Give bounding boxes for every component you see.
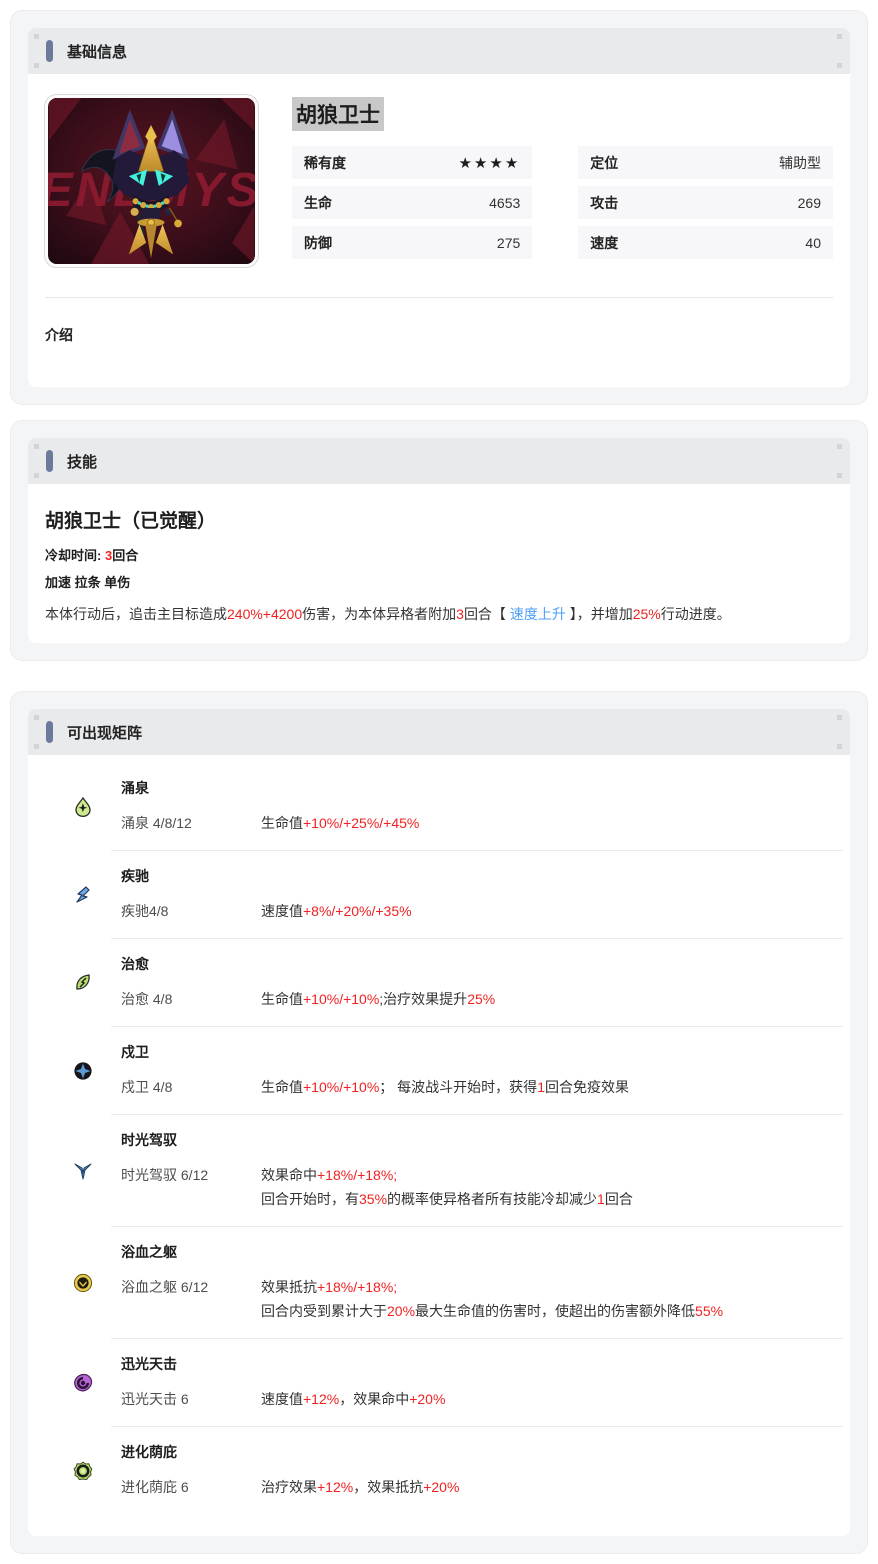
matrix-name: 时光驾驭 (121, 1132, 177, 1148)
basic-info-header: 基础信息 (28, 28, 850, 74)
matrix-effect: 回合开始时，有35%的概率使异格者所有技能冷却减少1回合 (261, 1191, 633, 1207)
skill-tags: 加速 拉条 单伤 (45, 575, 131, 590)
page: 基础信息 胡狼卫士 稀有度 ★★★★ 定位 辅助型 生命 4653 攻击 269… (0, 0, 878, 1564)
stat-speed: 速度 40 (578, 226, 833, 259)
matrix-effect: 生命值+10%/+25%/+45% (261, 815, 420, 831)
matrix-level: 涌泉 4/8/12 (121, 815, 192, 831)
handle-icon (837, 63, 842, 68)
matrix-name: 进化荫庇 (121, 1444, 177, 1460)
handle-icon (34, 63, 39, 68)
section-accent-bar-icon (46, 40, 53, 62)
matrix-name: 涌泉 (121, 780, 149, 796)
matrix-level: 浴血之躯 6/12 (121, 1279, 209, 1295)
intro-label: 介绍 (45, 327, 73, 343)
character-name: 胡狼卫士 (292, 97, 384, 131)
matrix-effect: 速度值+8%/+20%/+35% (261, 903, 412, 919)
handle-icon (837, 444, 842, 449)
matrix-name: 治愈 (121, 956, 149, 972)
matrix-level: 时光驾驭 6/12 (121, 1167, 209, 1183)
matrix-level: 戍卫 4/8 (121, 1079, 173, 1095)
matrix-row: 浴血之躯 浴血之躯 6/12 效果抵抗+18%/+18%; 回合内受到累计大于2… (73, 1227, 843, 1338)
handle-icon (34, 715, 39, 720)
matrix-effect: 回合内受到累计大于20%最大生命值的伤害时，使超出的伤害额外降低55% (261, 1303, 724, 1319)
section-accent-bar-icon (46, 721, 53, 743)
blood-body-icon (73, 1273, 93, 1293)
matrix-level: 迅光天击 6 (121, 1391, 189, 1407)
matrix-row: 进化荫庇 进化荫庇 6 治疗效果+12%，效果抵抗+20% (73, 1427, 843, 1514)
handle-icon (837, 715, 842, 720)
section-matrix: 可出现矩阵 涌泉 涌泉 4/8/12 生命值+10%/+25%/+45% 疾驰 … (10, 691, 868, 1554)
matrix-name: 疾驰 (121, 868, 149, 884)
section-skill: 技能 胡狼卫士（已觉醒） 冷却时间: 3回合 加速 拉条 单伤 本体行动后，追击… (10, 420, 868, 661)
matrix-row: 迅光天击 迅光天击 6 速度值+12%，效果命中+20% (73, 1339, 843, 1426)
matrix-header: 可出现矩阵 (28, 709, 850, 755)
matrix-effect: 生命值+10%/+10%； 每波战斗开始时，获得1回合免疫效果 (261, 1079, 629, 1095)
matrix-effect: 治疗效果+12%，效果抵抗+20% (261, 1479, 460, 1495)
matrix-row: 时光驾驭 时光驾驭 6/12 效果命中+18%/+18%; 回合开始时，有35%… (73, 1115, 843, 1226)
divider (45, 297, 833, 298)
matrix-row: 戍卫 戍卫 4/8 生命值+10%/+10%； 每波战斗开始时，获得1回合免疫效… (73, 1027, 843, 1114)
matrix-level: 进化荫庇 6 (121, 1479, 189, 1495)
spring-droplet-icon (73, 797, 93, 817)
skill-cooldown: 冷却时间: 3回合 (45, 548, 139, 563)
matrix-name: 迅光天击 (121, 1356, 177, 1372)
rarity-stars: ★★★★ (458, 154, 521, 172)
matrix-effect: 效果抵抗+18%/+18%; (261, 1279, 398, 1295)
character-portrait: ENEMYS (44, 94, 259, 268)
section-accent-bar-icon (46, 450, 53, 472)
handle-icon (34, 744, 39, 749)
guard-star-icon (73, 1061, 93, 1081)
matrix-effect: 效果命中+18%/+18%; (261, 1167, 398, 1183)
evolve-shelter-icon (73, 1461, 93, 1481)
section-title: 可出现矩阵 (67, 724, 143, 742)
stat-rarity: 稀有度 ★★★★ (292, 146, 533, 179)
skill-description: 本体行动后，追击主目标造成240%+4200伤害，为本体异格者附加3回合【 速度… (45, 606, 731, 622)
handle-icon (837, 34, 842, 39)
matrix-row: 涌泉 涌泉 4/8/12 生命值+10%/+25%/+45% (73, 763, 843, 850)
stat-def: 防御 275 (292, 226, 533, 259)
stat-role: 定位 辅助型 (578, 146, 833, 179)
matrix-effect: 生命值+10%/+10%;治疗效果提升25% (261, 991, 496, 1007)
handle-icon (34, 473, 39, 478)
section-title: 基础信息 (67, 43, 128, 61)
handle-icon (837, 473, 842, 478)
gallop-icon (73, 885, 93, 905)
handle-icon (34, 444, 39, 449)
stat-atk: 攻击 269 (578, 186, 833, 219)
time-control-icon (73, 1161, 93, 1181)
swift-strike-icon (73, 1373, 93, 1393)
section-basic-info: 基础信息 胡狼卫士 稀有度 ★★★★ 定位 辅助型 生命 4653 攻击 269… (10, 10, 868, 405)
matrix-level: 疾驰4/8 (121, 903, 169, 919)
skill-name: 胡狼卫士（已觉醒） (45, 511, 217, 532)
matrix-row: 治愈 治愈 4/8 生命值+10%/+10%;治疗效果提升25% (73, 939, 843, 1026)
heal-leaf-icon (73, 973, 93, 993)
matrix-level: 治愈 4/8 (121, 991, 173, 1007)
matrix-effect: 速度值+12%，效果命中+20% (261, 1391, 446, 1407)
stats-table: 稀有度 ★★★★ 定位 辅助型 生命 4653 攻击 269 防御 275 速度… (292, 146, 833, 259)
matrix-row: 疾驰 疾驰4/8 速度值+8%/+20%/+35% (73, 851, 843, 938)
speed-up-buff-link[interactable]: 速度上升 (510, 606, 566, 622)
skill-header: 技能 (28, 438, 850, 484)
section-title: 技能 (67, 453, 98, 471)
matrix-name: 浴血之躯 (121, 1244, 177, 1260)
handle-icon (34, 34, 39, 39)
handle-icon (837, 744, 842, 749)
stat-hp: 生命 4653 (292, 186, 533, 219)
matrix-name: 戍卫 (121, 1044, 149, 1060)
